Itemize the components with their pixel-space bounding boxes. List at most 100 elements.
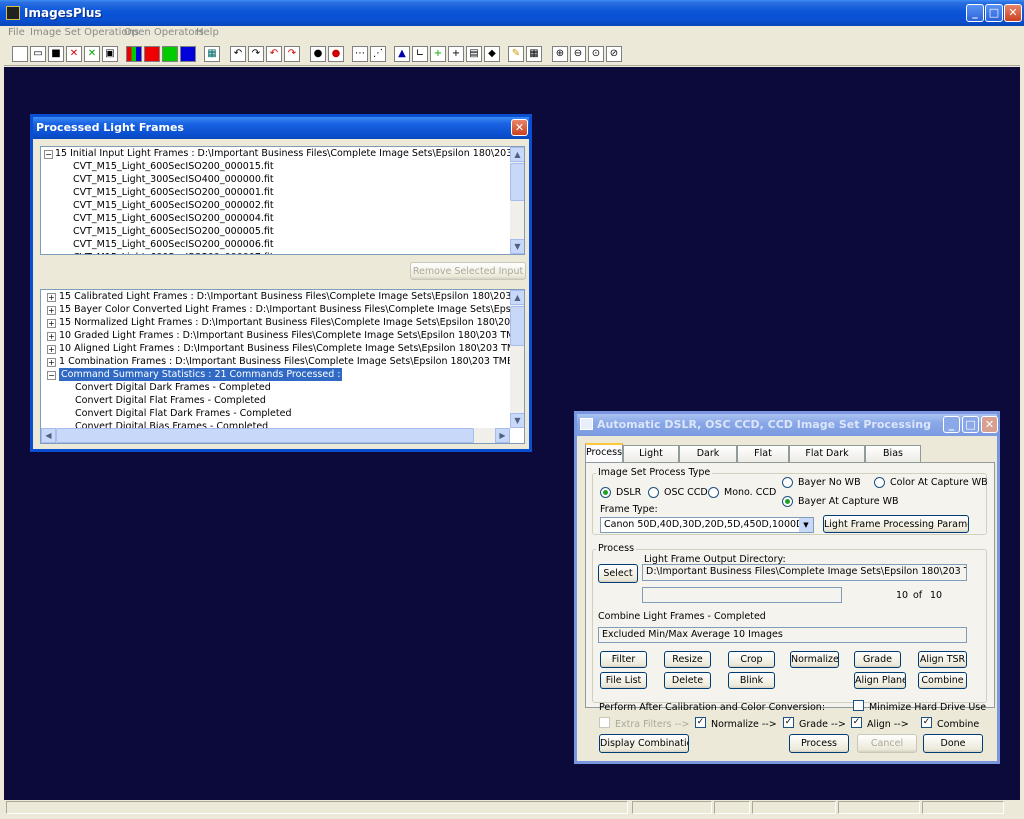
pencil-icon[interactable]: ✎ [508, 46, 524, 62]
blue-channel-icon[interactable] [180, 46, 196, 62]
menu-file[interactable]: File [8, 27, 25, 38]
input-file-item[interactable]: CVT_M15_Light_300SecISO400_000000.fit [73, 173, 274, 186]
new-icon[interactable] [12, 46, 28, 62]
align-checkbox[interactable]: ✓ [851, 717, 862, 728]
align-planet-button[interactable]: Align Planet [854, 672, 906, 689]
tab-flat-frames[interactable]: Flat Frames [737, 445, 789, 474]
summary-item[interactable]: Convert Digital Flat Frames - Completed [75, 394, 266, 407]
tab-flat-dark-frames[interactable]: Flat Dark Frames [789, 445, 865, 474]
remove-selected-input-button[interactable]: Remove Selected Input [410, 262, 526, 280]
input-file-item[interactable]: CVT_M15_Light_600SecISO200_000007.fit [73, 251, 274, 254]
grade-checkbox[interactable]: ✓ [783, 717, 794, 728]
rgb-channels-icon[interactable] [126, 46, 142, 62]
normalize-button[interactable]: Normalize [790, 651, 839, 668]
radio-mono-ccd[interactable] [708, 487, 719, 498]
plus-icon[interactable]: + [430, 46, 446, 62]
grid-icon[interactable]: ▦ [204, 46, 220, 62]
undo-red-icon[interactable]: ↶ [266, 46, 282, 62]
output-tree-hscrollbar[interactable]: ◀ ▶ [41, 428, 510, 443]
expand-icon[interactable]: + [47, 332, 56, 341]
close-green-x-icon[interactable]: ✕ [84, 46, 100, 62]
curve-icon[interactable]: ∟ [412, 46, 428, 62]
grade-button[interactable]: Grade [854, 651, 901, 668]
scroll-left-icon[interactable]: ◀ [41, 428, 56, 443]
output-tree-node[interactable]: 15 Bayer Color Converted Light Frames : … [59, 303, 524, 316]
menu-open-operators[interactable]: Open Operators [124, 27, 204, 38]
point-white-icon[interactable]: ● [310, 46, 326, 62]
input-file-item[interactable]: CVT_M15_Light_600SecISO200_000015.fit [73, 160, 274, 173]
file-list-button[interactable]: File List [600, 672, 647, 689]
tab-dark-frames[interactable]: Dark Frames [679, 445, 737, 474]
tab-process[interactable]: Process [585, 443, 623, 462]
output-tree-node[interactable]: 15 Calibrated Light Frames : D:\Importan… [59, 290, 524, 303]
scroll-down-icon[interactable]: ▼ [510, 413, 524, 428]
zoom-out-icon[interactable]: ⊖ [570, 46, 586, 62]
zoom-fit-icon[interactable]: ⊙ [588, 46, 604, 62]
done-button[interactable]: Done [923, 734, 983, 753]
minimize-hard-drive-checkbox[interactable] [853, 700, 864, 711]
input-tree[interactable]: − 15 Initial Input Light Frames : D:\Imp… [40, 146, 525, 255]
input-file-item[interactable]: CVT_M15_Light_600SecISO200_000005.fit [73, 225, 274, 238]
dots-icon[interactable]: ⋯ [352, 46, 368, 62]
histogram-icon[interactable]: ▲ [394, 46, 410, 62]
print-icon[interactable]: ▣ [102, 46, 118, 62]
calculator-icon[interactable]: ▤ [466, 46, 482, 62]
point-red-icon[interactable]: ● [328, 46, 344, 62]
combine-button[interactable]: Combine [918, 672, 967, 689]
auto-maximize-button[interactable]: □ [962, 416, 979, 433]
normalize-checkbox[interactable]: ✓ [695, 717, 706, 728]
chevron-down-icon[interactable]: ▼ [799, 518, 813, 532]
filter-button[interactable]: Filter [600, 651, 647, 668]
expand-icon[interactable]: + [47, 293, 56, 302]
radio-color-at-capture-wb[interactable] [874, 477, 885, 488]
scroll-up-icon[interactable]: ▲ [510, 147, 524, 162]
zoom-actual-icon[interactable]: ⊘ [606, 46, 622, 62]
summary-item[interactable]: Convert Digital Dark Frames - Completed [75, 381, 271, 394]
red-channel-icon[interactable] [144, 46, 160, 62]
auto-window-title-bar[interactable]: Automatic DSLR, OSC CCD, CCD Image Set P… [577, 414, 998, 436]
output-tree-node[interactable]: 15 Normalized Light Frames : D:\Importan… [59, 316, 524, 329]
radio-osc-ccd[interactable] [648, 487, 659, 498]
scroll-thumb[interactable] [510, 163, 524, 201]
output-tree-node[interactable]: 1 Combination Frames : D:\Important Busi… [59, 355, 524, 368]
collapse-icon[interactable]: − [44, 150, 53, 159]
menu-help[interactable]: Help [196, 27, 219, 38]
output-tree[interactable]: +15 Calibrated Light Frames : D:\Importa… [40, 289, 525, 444]
close-button[interactable]: ✕ [1004, 4, 1022, 22]
pixel-icon[interactable]: ⋰ [370, 46, 386, 62]
close-red-x-icon[interactable]: ✕ [66, 46, 82, 62]
crop-button[interactable]: Crop [728, 651, 775, 668]
collapse-icon[interactable]: − [47, 371, 56, 380]
input-file-item[interactable]: CVT_M15_Light_600SecISO200_000002.fit [73, 199, 274, 212]
radio-dslr[interactable] [600, 487, 611, 498]
input-file-item[interactable]: CVT_M15_Light_600SecISO200_000001.fit [73, 186, 274, 199]
expand-icon[interactable]: + [47, 306, 56, 315]
align-tsr-button[interactable]: Align TSR [918, 651, 967, 668]
display-combination-button[interactable]: Display Combination [599, 734, 689, 753]
expand-icon[interactable]: + [47, 345, 56, 354]
undo-icon[interactable]: ↶ [230, 46, 246, 62]
minimize-button[interactable]: _ [966, 4, 984, 22]
tab-bias-frames[interactable]: Bias Frames [865, 445, 921, 474]
output-tree-node[interactable]: 10 Graded Light Frames : D:\Important Bu… [59, 329, 524, 342]
output-tree-scrollbar[interactable]: ▲ ▼ [510, 290, 524, 428]
scroll-up-icon[interactable]: ▲ [510, 290, 524, 305]
scroll-thumb[interactable] [510, 306, 524, 346]
summary-node[interactable]: Command Summary Statistics : 21 Commands… [59, 368, 343, 381]
extra-filters-checkbox[interactable] [599, 717, 610, 728]
resize-button[interactable]: Resize [664, 651, 711, 668]
process-button[interactable]: Process [789, 734, 849, 753]
radio-bayer-at-capture-wb[interactable] [782, 496, 793, 507]
radio-bayer-no-wb[interactable] [782, 477, 793, 488]
redo-icon[interactable]: ↷ [248, 46, 264, 62]
processed-window-title-bar[interactable]: Processed Light Frames ✕ [33, 117, 529, 139]
input-file-item[interactable]: CVT_M15_Light_600SecISO200_000004.fit [73, 212, 274, 225]
open-icon[interactable]: ▭ [30, 46, 46, 62]
app-title-bar[interactable]: ImagesPlus _ □ ✕ [0, 0, 1024, 26]
crosshair-icon[interactable]: + [448, 46, 464, 62]
processed-close-button[interactable]: ✕ [511, 119, 528, 136]
hscroll-thumb[interactable] [56, 428, 474, 443]
input-tree-scrollbar[interactable]: ▲ ▼ [510, 147, 524, 254]
light-frame-processing-parameters-button[interactable]: Light Frame Processing Parameters [823, 515, 969, 533]
frame-type-select[interactable]: Canon 50D,40D,30D,20D,5D,450D,1000D,400D… [600, 517, 814, 533]
